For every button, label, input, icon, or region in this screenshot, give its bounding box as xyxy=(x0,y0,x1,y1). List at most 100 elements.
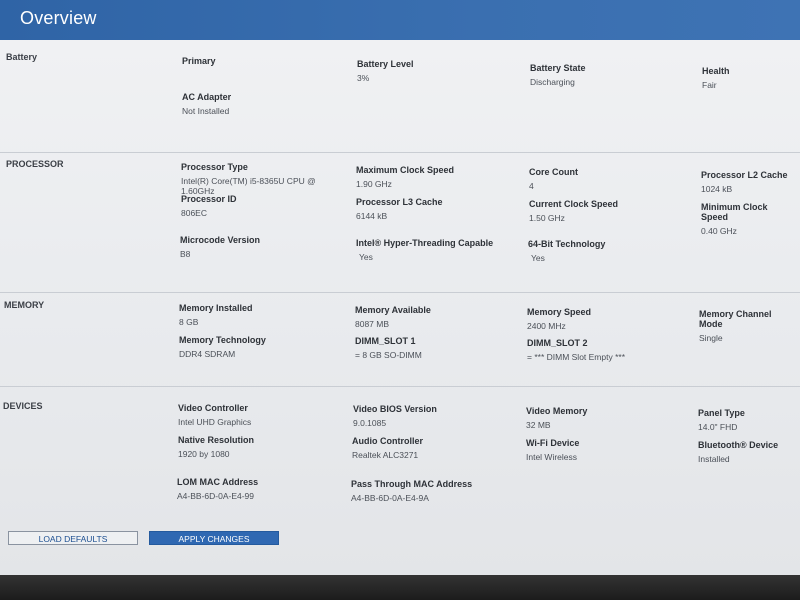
field-label: Native Resolution xyxy=(178,435,255,445)
field-label: Audio Controller xyxy=(352,436,423,446)
field-label: Microcode Version xyxy=(180,235,261,245)
field-label: Processor L3 Cache xyxy=(356,197,443,207)
field-label: Battery Level xyxy=(357,59,414,69)
field-value: 2400 MHz xyxy=(527,321,566,331)
field-label: Health xyxy=(702,66,730,76)
field-value: Single xyxy=(699,333,723,343)
field-value: 1.50 GHz xyxy=(529,213,565,223)
field-lom-mac-address: LOM MAC Address A4-BB-6D-0A-E4-99 xyxy=(177,477,347,501)
field-memory-channel-mode: Memory Channel Mode Single xyxy=(699,309,797,343)
field-health: Health Fair xyxy=(702,66,797,90)
page-title: Overview xyxy=(20,8,97,28)
field-label: LOM MAC Address xyxy=(177,477,259,487)
field-64-bit-technology: 64-Bit Technology Yes xyxy=(528,239,698,263)
field-label: 64-Bit Technology xyxy=(528,239,606,249)
header-bar: Overview xyxy=(0,0,800,40)
field-minimum-clock-speed: Minimum Clock Speed 0.40 GHz xyxy=(701,202,797,236)
field-value: A4-BB-6D-0A-E4-9A xyxy=(351,493,429,503)
field-value: = 8 GB SO-DIMM xyxy=(355,350,422,360)
field-value: 1.90 GHz xyxy=(356,179,392,189)
field-primary: Primary xyxy=(182,56,352,70)
field-processor-l2-cache: Processor L2 Cache 1024 kB xyxy=(701,170,797,194)
field-memory-speed: Memory Speed 2400 MHz xyxy=(527,307,697,331)
field-value: 14.0" FHD xyxy=(698,422,738,432)
field-label: Memory Installed xyxy=(179,303,253,313)
field-value: 9.0.1085 xyxy=(353,418,387,428)
field-value: Yes xyxy=(359,252,373,262)
field-value: 8087 MB xyxy=(355,319,390,329)
field-video-controller: Video Controller Intel UHD Graphics xyxy=(178,403,348,427)
field-dimm-slot-1: DIMM_SLOT 1 = 8 GB SO-DIMM xyxy=(355,336,525,360)
field-label: Processor Type xyxy=(181,162,248,172)
field-label: Maximum Clock Speed xyxy=(356,165,455,175)
field-video-memory: Video Memory 32 MB xyxy=(526,406,696,430)
field-label: Pass Through MAC Address xyxy=(351,479,473,489)
field-label: Memory Technology xyxy=(179,335,266,345)
section-title-memory: MEMORY xyxy=(4,300,45,310)
field-value: Yes xyxy=(531,253,545,263)
field-label: AC Adapter xyxy=(182,92,232,102)
field-label: Minimum Clock Speed xyxy=(701,202,768,222)
field-value: 1920 by 1080 xyxy=(178,449,230,459)
field-value: Intel UHD Graphics xyxy=(178,417,252,427)
field-value: 4 xyxy=(529,181,534,191)
field-memory-technology: Memory Technology DDR4 SDRAM xyxy=(179,335,349,359)
field-value: 806EC xyxy=(181,208,207,218)
field-label: Video BIOS Version xyxy=(353,404,437,414)
field-label: Memory Available xyxy=(355,305,431,315)
field-current-clock-speed: Current Clock Speed 1.50 GHz xyxy=(529,199,699,223)
section-title-battery: Battery xyxy=(6,52,38,62)
apply-changes-button[interactable]: APPLY CHANGES xyxy=(149,531,279,545)
field-maximum-clock-speed: Maximum Clock Speed 1.90 GHz xyxy=(356,165,526,189)
field-value: = *** DIMM Slot Empty *** xyxy=(527,352,626,362)
field-value: 0.40 GHz xyxy=(701,226,737,236)
field-value: 3% xyxy=(357,73,370,83)
field-value: Intel Wireless xyxy=(526,452,578,462)
field-label: Video Controller xyxy=(178,403,248,413)
section-devices: DEVICES Video Controller Intel UHD Graph… xyxy=(0,387,800,517)
field-value: Installed xyxy=(698,454,730,464)
field-processor-id: Processor ID 806EC xyxy=(181,194,351,218)
section-title-devices: DEVICES xyxy=(3,401,43,411)
field-value: Intel(R) Core(TM) i5-8365U CPU @ 1.60GHz xyxy=(181,176,316,196)
field-memory-available: Memory Available 8087 MB xyxy=(355,305,525,329)
field-hyper-threading: Intel® Hyper-Threading Capable Yes xyxy=(356,238,526,262)
section-processor: PROCESSOR Processor Type Intel(R) Core(T… xyxy=(0,153,800,293)
field-video-bios-version: Video BIOS Version 9.0.1085 xyxy=(353,404,523,428)
field-panel-type: Panel Type 14.0" FHD xyxy=(698,408,797,432)
field-label: Memory Channel Mode xyxy=(699,309,772,329)
field-core-count: Core Count 4 xyxy=(529,167,699,191)
field-label: Memory Speed xyxy=(527,307,592,317)
field-audio-controller: Audio Controller Realtek ALC3271 xyxy=(352,436,522,460)
field-native-resolution: Native Resolution 1920 by 1080 xyxy=(178,435,348,459)
bios-overview-screen: Overview Battery Primary Battery Level 3… xyxy=(0,0,800,575)
field-label: Intel® Hyper-Threading Capable xyxy=(356,238,494,248)
field-bluetooth-device: Bluetooth® Device Installed xyxy=(698,440,797,464)
field-value: Discharging xyxy=(530,77,575,87)
field-processor-l3-cache: Processor L3 Cache 6144 kB xyxy=(356,197,526,221)
field-label: Battery State xyxy=(530,63,586,73)
field-battery-state: Battery State Discharging xyxy=(530,63,700,87)
field-value: A4-BB-6D-0A-E4-99 xyxy=(177,491,255,501)
field-processor-type: Processor Type Intel(R) Core(TM) i5-8365… xyxy=(181,162,351,196)
field-value: Realtek ALC3271 xyxy=(352,450,419,460)
field-battery-level: Battery Level 3% xyxy=(357,59,527,83)
laptop-bezel xyxy=(0,575,800,600)
load-defaults-button[interactable]: LOAD DEFAULTS xyxy=(8,531,138,545)
field-value: B8 xyxy=(180,249,191,259)
field-value: DDR4 SDRAM xyxy=(179,349,236,359)
field-memory-installed: Memory Installed 8 GB xyxy=(179,303,349,327)
field-value: Not Installed xyxy=(182,106,230,116)
field-label: DIMM_SLOT 2 xyxy=(527,338,588,348)
field-microcode-version: Microcode Version B8 xyxy=(180,235,350,259)
field-label: Processor ID xyxy=(181,194,237,204)
field-value: 6144 kB xyxy=(356,211,388,221)
section-memory: MEMORY Memory Installed 8 GB Memory Avai… xyxy=(0,293,800,387)
field-label: Bluetooth® Device xyxy=(698,440,779,450)
field-label: Primary xyxy=(182,56,216,66)
field-label: Wi-Fi Device xyxy=(526,438,580,448)
field-ac-adapter: AC Adapter Not Installed xyxy=(182,92,352,116)
field-value: 8 GB xyxy=(179,317,199,327)
field-label: Panel Type xyxy=(698,408,745,418)
field-label: Core Count xyxy=(529,167,578,177)
